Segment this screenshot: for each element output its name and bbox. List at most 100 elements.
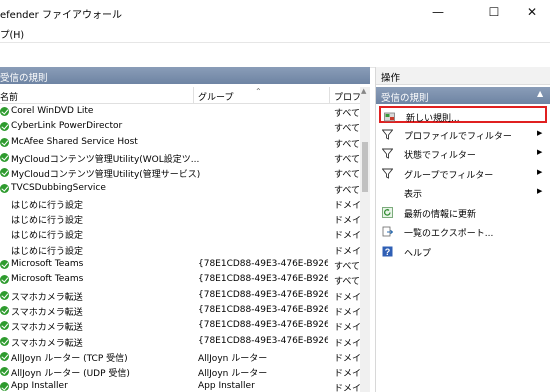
rule-name: MyCloudコンテンツ管理Utility(管理サービス) [11, 170, 201, 181]
action-8[interactable]: ? ヘルプ [379, 243, 547, 260]
table-row[interactable]: App Installer App Installer ドメイン [0, 380, 360, 392]
actions-section-header[interactable]: 受信の規則 ▲ [376, 87, 550, 104]
rule-name: スマホカメラ転送 [11, 323, 83, 334]
maximize-button[interactable]: ☐ [476, 0, 512, 24]
enabled-check-icon [0, 305, 9, 315]
enabled-check-icon [0, 336, 9, 346]
table-row[interactable]: はじめに行う設定 ドメイン [0, 227, 360, 242]
action-3[interactable]: 状態でフィルター ▶ [379, 145, 547, 162]
rule-profile: すべて [334, 170, 360, 181]
scrollbar-thumb[interactable] [362, 142, 368, 192]
minimize-button[interactable]: — [420, 0, 456, 24]
rules-pane-header: 受信の規則 [0, 67, 370, 84]
table-row[interactable]: スマホカメラ転送 {78E1CD88-49E3-476E-B926-... ドメイン [0, 319, 360, 334]
rule-group: AllJoyn ルーター [198, 353, 268, 364]
table-row[interactable]: MyCloudコンテンツ管理Utility(管理サービス) すべて [0, 166, 360, 181]
rule-name: はじめに行う設定 [11, 216, 84, 227]
collapse-icon[interactable]: ▲ [537, 89, 543, 98]
rule-name: AllJoyn ルーター (TCP 受信) [11, 353, 128, 364]
rules-pane: 受信の規則 名前 ⌃ グループ プロファ Corel WinDVD Lite すべ… [0, 67, 370, 392]
rule-profile: ドメイン [334, 384, 360, 392]
enabled-check-icon [0, 382, 9, 392]
rule-profile: ドメイン [334, 353, 360, 364]
table-row[interactable]: MyCloudコンテンツ管理Utility(WOL設定ツ... すべて [0, 151, 360, 166]
new-rule-icon [384, 111, 395, 122]
rule-name: App Installer [11, 381, 68, 392]
enabled-check-icon [0, 367, 9, 377]
enabled-check-icon [0, 260, 9, 269]
enabled-check-icon [0, 168, 9, 178]
window-title: efender ファイアウォール [0, 10, 122, 21]
action-4[interactable]: グループでフィルター ▶ [379, 165, 547, 182]
filter-icon [381, 148, 394, 159]
table-row[interactable]: はじめに行う設定 ドメイン [0, 243, 360, 258]
rule-profile: ドメイン [334, 231, 360, 242]
table-row[interactable]: スマホカメラ転送 {78E1CD88-49E3-476E-B926-... ドメイン [0, 289, 360, 304]
close-button[interactable]: ✕ [514, 0, 550, 24]
rule-name: McAfee Shared Service Host [11, 136, 138, 147]
rule-profile: ドメイン [334, 369, 360, 380]
rule-name: スマホカメラ転送 [11, 307, 83, 318]
action-label: 一覧のエクスポート... [404, 229, 494, 239]
table-row[interactable]: はじめに行う設定 ドメイン [0, 197, 360, 212]
export-icon [382, 226, 394, 237]
toolbar [0, 42, 550, 68]
action-2[interactable]: プロファイルでフィルター ▶ [379, 126, 547, 143]
enabled-check-icon [0, 275, 9, 285]
rule-name: AllJoyn ルーター (UDP 受信) [11, 369, 130, 380]
actions-pane-title: 操作 [381, 73, 401, 84]
table-row[interactable]: スマホカメラ転送 {78E1CD88-49E3-476E-B926-... ドメイン [0, 335, 360, 350]
table-row[interactable]: AllJoyn ルーター (UDP 受信) AllJoyn ルーター ドメイン [0, 365, 360, 380]
column-group[interactable]: グループ [198, 90, 233, 103]
table-row[interactable]: TVCSDubbingService すべて [0, 182, 360, 197]
submenu-arrow-icon: ▶ [537, 148, 543, 156]
rule-name: CyberLink PowerDirector [11, 121, 123, 132]
action-5[interactable]: 表示 ▶ [379, 184, 547, 201]
action-7[interactable]: 一覧のエクスポート... [379, 223, 547, 240]
rule-group: {78E1CD88-49E3-476E-B926-... [198, 320, 328, 331]
rule-group: {78E1CD88-49E3-476E-B926-... [198, 335, 328, 346]
rule-profile: すべて [334, 262, 360, 272]
table-row[interactable]: はじめに行う設定 ドメイン [0, 212, 360, 227]
rule-group: AllJoyn ルーター [198, 369, 268, 380]
rule-group: {78E1CD88-49E3-476E-B926-... [198, 259, 328, 269]
action-label: グループでフィルター [404, 170, 494, 181]
column-separator[interactable] [193, 87, 194, 103]
rule-profile: ドメイン [334, 292, 360, 303]
action-label: 表示 [404, 190, 423, 200]
rule-name: MyCloudコンテンツ管理Utility(WOL設定ツ... [11, 154, 200, 165]
table-row[interactable]: Corel WinDVD Lite すべて [0, 105, 360, 120]
help-icon: ? [382, 246, 393, 257]
enabled-check-icon [0, 290, 9, 300]
scroll-up-icon[interactable]: ▲ [361, 87, 366, 95]
menu-help[interactable]: プ(H) [0, 27, 24, 41]
rule-name: Corel WinDVD Lite [11, 106, 94, 116]
enabled-check-icon [0, 137, 9, 147]
filter-icon [381, 129, 394, 140]
rule-profile: ドメイン [334, 323, 360, 334]
submenu-arrow-icon: ▶ [537, 187, 543, 195]
action-label: 最新の情報に更新 [404, 209, 477, 220]
table-row[interactable]: CyberLink PowerDirector すべて [0, 120, 360, 135]
rule-name: はじめに行う設定 [11, 200, 84, 211]
table-row[interactable]: Microsoft Teams {78E1CD88-49E3-476E-B926-… [0, 258, 360, 273]
action-1[interactable]: 新しい規則... [379, 106, 547, 124]
table-row[interactable]: McAfee Shared Service Host すべて [0, 136, 360, 151]
table-row[interactable]: Microsoft Teams {78E1CD88-49E3-476E-B926-… [0, 273, 360, 288]
action-label: プロファイルでフィルター [404, 131, 512, 142]
enabled-check-icon [0, 122, 9, 132]
enabled-check-icon [0, 183, 9, 193]
action-6[interactable]: 最新の情報に更新 [379, 204, 547, 221]
table-row[interactable]: スマホカメラ転送 {78E1CD88-49E3-476E-B926-... ドメイン [0, 304, 360, 319]
title-bar: efender ファイアウォール — ☐ ✕ [0, 0, 550, 24]
rule-name: はじめに行う設定 [11, 246, 84, 257]
column-separator[interactable] [329, 87, 330, 103]
rules-scrollbar[interactable]: ▲ [360, 87, 370, 392]
table-row[interactable]: AllJoyn ルーター (TCP 受信) AllJoyn ルーター ドメイン [0, 350, 360, 365]
rule-group: App Installer [198, 381, 255, 392]
submenu-arrow-icon: ▶ [537, 167, 543, 176]
column-name[interactable]: 名前 [0, 90, 18, 103]
rules-pane-title: 受信の規則 [0, 73, 48, 84]
rule-group: {78E1CD88-49E3-476E-B926-... [198, 289, 328, 300]
action-label: 新しい規則... [406, 114, 460, 124]
